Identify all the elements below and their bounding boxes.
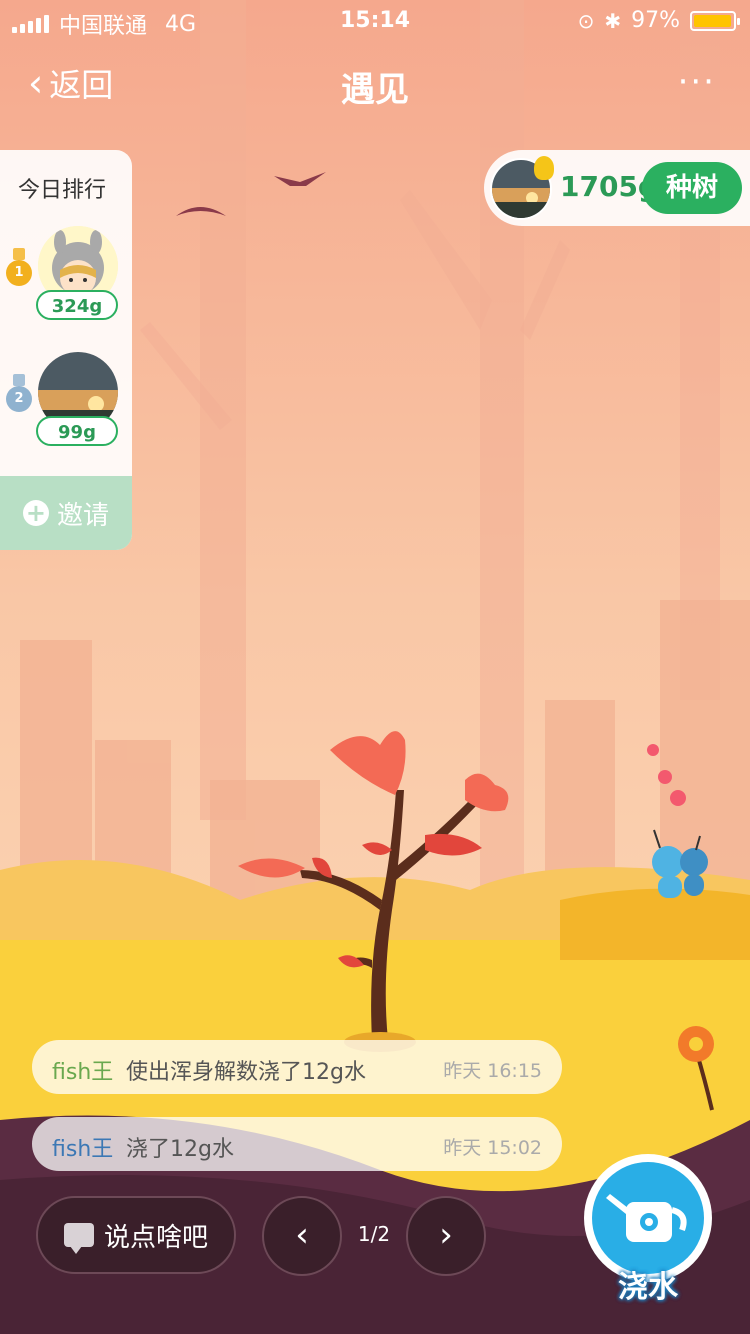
plus-icon: + — [22, 500, 49, 526]
daily-ranking-panel: 今日排行 1 324g 2 99g + 邀请 — [0, 150, 132, 550]
page-indicator: 1/2 — [357, 1222, 391, 1246]
bluetooth-icon: ✱ — [604, 8, 622, 33]
prev-page-button[interactable]: ‹ — [262, 1196, 342, 1276]
message-item: fish王 浇了12g水 昨天 15:02 — [32, 1117, 562, 1171]
comment-button[interactable]: 说点啥吧 — [36, 1196, 236, 1274]
message-text: 浇了12g水 — [126, 1137, 234, 1162]
battery-icon — [690, 10, 740, 31]
silver-medal-icon: 2 — [6, 374, 32, 412]
ranking-score: 324g — [36, 290, 118, 320]
message-author[interactable]: fish王 — [52, 1131, 113, 1163]
chat-icon — [63, 1223, 94, 1254]
message-text: 使出浑身解数浇了12g水 — [126, 1060, 366, 1085]
battery-fill — [694, 14, 731, 27]
message-time: 昨天 16:15 — [443, 1060, 542, 1082]
message-time: 昨天 15:02 — [443, 1137, 542, 1159]
status-bar: 中国联通 4G 15:14 ⊙ ✱ 97% — [0, 0, 750, 40]
message-author[interactable]: fish王 — [52, 1054, 113, 1086]
orientation-lock-icon: ⊙ — [577, 8, 595, 33]
ranking-score: 99g — [36, 416, 118, 446]
plant-tree-button[interactable]: 种树 — [642, 162, 742, 214]
comment-label: 说点啥吧 — [103, 1222, 208, 1253]
next-page-button[interactable]: › — [406, 1196, 486, 1276]
watering-can-icon — [592, 1162, 704, 1274]
my-energy-pill: 1705g 种树 — [484, 150, 750, 226]
page-title: 遇见 — [341, 70, 409, 110]
invite-button[interactable]: + 邀请 — [0, 476, 132, 550]
crown-icon — [534, 156, 554, 180]
battery-percent: 97% — [631, 8, 680, 33]
gold-medal-icon: 1 — [6, 248, 32, 286]
ranking-title: 今日排行 — [18, 178, 107, 203]
invite-label: 邀请 — [56, 500, 109, 531]
water-label: 浇水 — [618, 1270, 678, 1305]
ranking-entry[interactable]: 1 324g — [0, 220, 132, 340]
ranking-entry[interactable]: 2 99g — [0, 346, 132, 466]
message-item: fish王 使出浑身解数浇了12g水 昨天 16:15 — [32, 1040, 562, 1094]
more-button[interactable]: ··· — [678, 62, 716, 102]
